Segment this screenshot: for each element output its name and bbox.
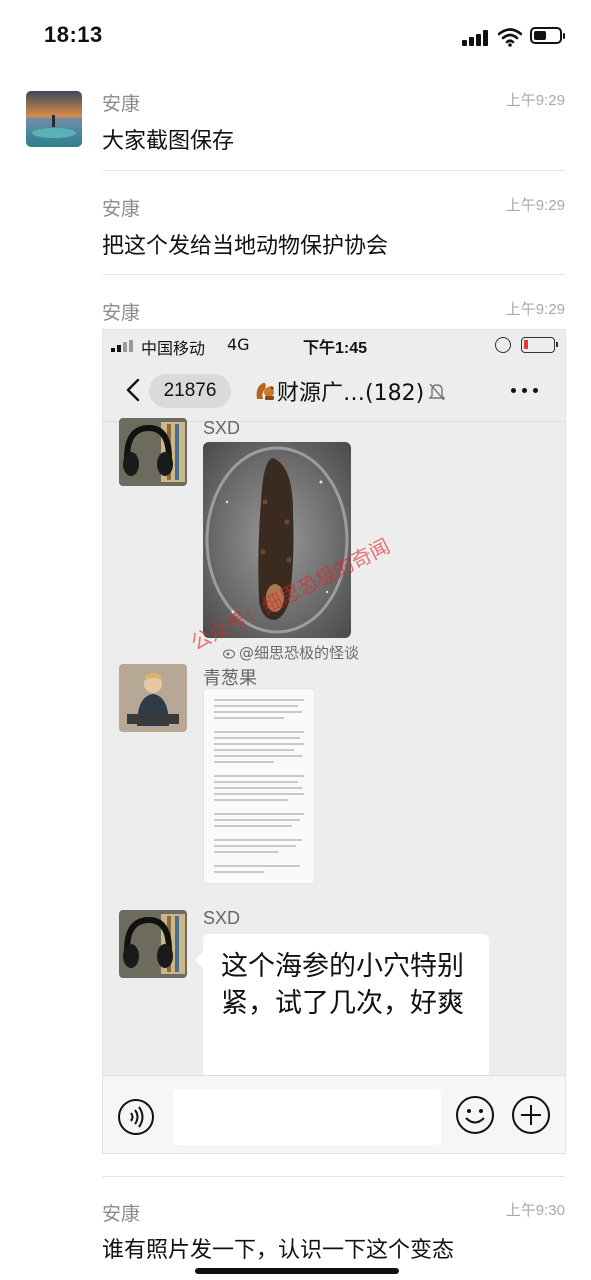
- sender-avatar: [119, 910, 187, 978]
- screenshot-input-bar: [103, 1075, 565, 1153]
- screenshot-time: 下午1:45: [303, 340, 368, 357]
- unread-count-badge: 21876: [149, 374, 231, 408]
- message-text[interactable]: 大家截图保存: [102, 123, 234, 155]
- signal-icon: [462, 30, 490, 46]
- home-indicator[interactable]: [195, 1268, 399, 1274]
- message-time: 上午9:29: [505, 301, 565, 318]
- weibo-watermark: @细思恐极的怪谈: [223, 642, 359, 663]
- shared-screenshot-image[interactable]: 中国移动 4G 下午1:45 21876 财源广…(182) SXD 青葱果 S…: [102, 329, 566, 1154]
- battery-icon: [521, 337, 558, 353]
- screenshot-sender-name: 青葱果: [203, 668, 257, 688]
- document-image: [203, 688, 315, 884]
- weibo-icon: [223, 649, 236, 659]
- sender-name: 安康: [102, 93, 141, 115]
- sender-avatar: [119, 418, 187, 486]
- message-text[interactable]: 把这个发给当地动物保护协会: [102, 228, 388, 260]
- message-text[interactable]: 谁有照片发一下，认识一下这个变态: [102, 1232, 454, 1264]
- chat-title: 财源广…(182): [253, 375, 446, 407]
- screenshot-status-bar: 中国移动 4G 下午1:45: [103, 330, 565, 360]
- more-icon: [511, 388, 541, 394]
- screenshot-sender-name: SXD: [203, 908, 241, 928]
- screenshot-sender-name: SXD: [203, 418, 241, 438]
- squirrel-emoji-icon: [256, 382, 274, 400]
- carrier-label: 中国移动: [141, 339, 206, 358]
- status-time: 18:13: [44, 22, 103, 47]
- mute-bell-icon: [428, 383, 446, 401]
- voice-icon: [118, 1099, 154, 1135]
- sender-avatar[interactable]: [26, 91, 82, 147]
- status-bar: 18:13: [0, 0, 591, 70]
- divider: [102, 1176, 565, 1177]
- battery-icon: [530, 27, 565, 44]
- screenshot-message-text: 这个海参的小穴特别紧，试了几次，好爽: [221, 951, 464, 1019]
- chat-title-text: 财源广…(182): [277, 381, 425, 406]
- emoji-icon: [456, 1096, 494, 1134]
- divider: [102, 274, 565, 275]
- chat-nav-bar: 21876 财源广…(182): [103, 360, 565, 422]
- signal-icon: [111, 340, 135, 352]
- sender-name: 安康: [102, 302, 141, 324]
- screenshot-text-input: [173, 1089, 441, 1145]
- divider: [102, 170, 565, 171]
- message-time: 上午9:29: [505, 197, 565, 214]
- plus-icon: [512, 1096, 550, 1134]
- sender-name: 安康: [102, 198, 141, 220]
- back-chevron-icon: [126, 378, 140, 402]
- message-time: 上午9:30: [505, 1202, 565, 1219]
- message-time: 上午9:29: [505, 92, 565, 109]
- wifi-icon: [498, 28, 522, 47]
- network-label: 4G: [227, 335, 250, 354]
- sender-name: 安康: [102, 1203, 141, 1225]
- screenshot-message-bubble: 这个海参的小穴特别紧，试了几次，好爽: [195, 934, 489, 1078]
- rotation-lock-icon: [495, 337, 511, 353]
- sender-avatar: [119, 664, 187, 732]
